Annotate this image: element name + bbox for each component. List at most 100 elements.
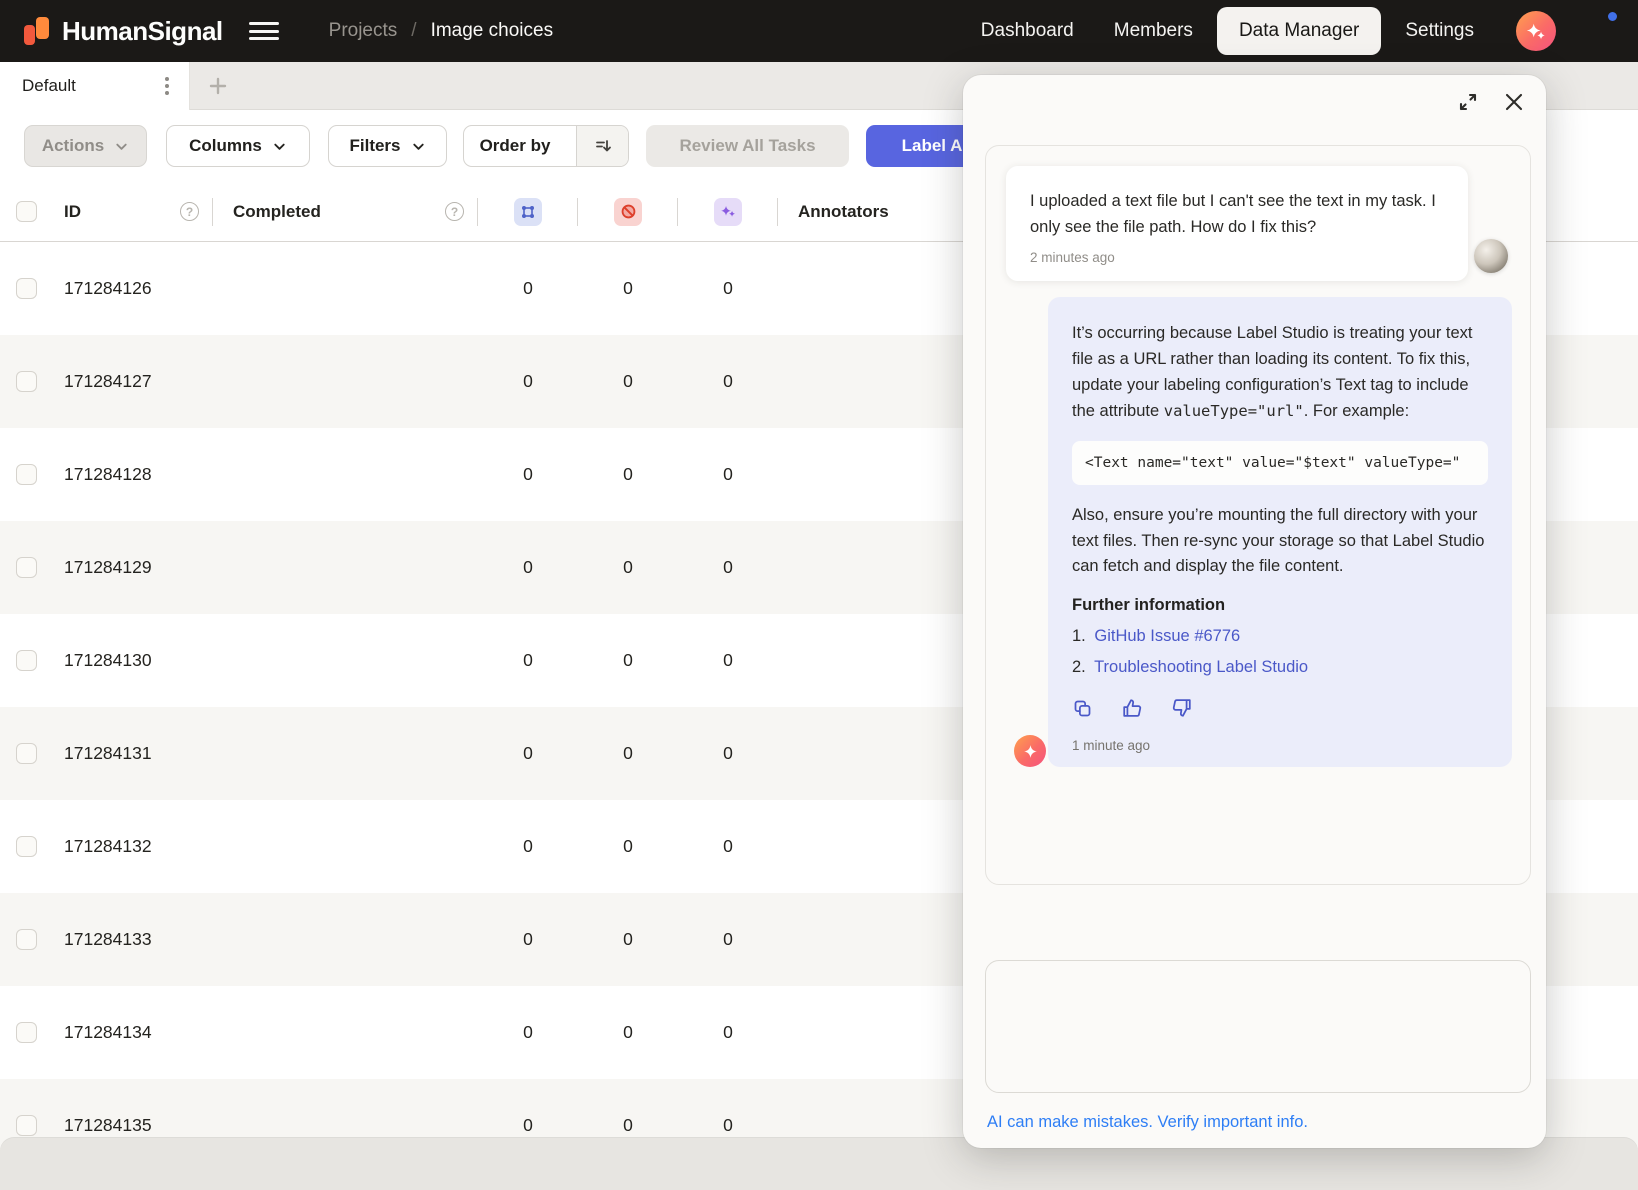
annotations-count: 0 bbox=[523, 1022, 533, 1043]
breadcrumb-separator: / bbox=[411, 20, 416, 42]
breadcrumb-current-project: Image choices bbox=[431, 20, 554, 42]
ai-message-row: It’s occurring because Label Studio is t… bbox=[1006, 297, 1510, 767]
copy-message-button[interactable] bbox=[1072, 697, 1093, 722]
humansignal-logo[interactable]: HumanSignal bbox=[24, 13, 223, 49]
ai-message-bubble: It’s occurring because Label Studio is t… bbox=[1048, 297, 1512, 767]
humansignal-logo-icon bbox=[24, 13, 52, 49]
chat-input[interactable] bbox=[985, 960, 1531, 1093]
ai-assistant-button[interactable] bbox=[1516, 11, 1556, 51]
task-id: 171284131 bbox=[64, 743, 152, 764]
actions-button[interactable]: Actions bbox=[24, 125, 147, 167]
cancelled-count: 0 bbox=[623, 1022, 633, 1043]
row-checkbox[interactable] bbox=[16, 464, 37, 485]
tab-label: Default bbox=[22, 76, 159, 96]
plus-icon bbox=[207, 75, 229, 97]
columns-button[interactable]: Columns bbox=[166, 125, 310, 167]
user-message-bubble: I uploaded a text file but I can't see t… bbox=[1006, 166, 1468, 281]
cancelled-count: 0 bbox=[623, 836, 633, 857]
sort-direction-toggle[interactable] bbox=[576, 126, 628, 166]
nav-item-data-manager[interactable]: Data Manager bbox=[1217, 7, 1381, 55]
copy-icon bbox=[1072, 698, 1093, 719]
cancelled-count: 0 bbox=[623, 557, 633, 578]
predictions-count: 0 bbox=[723, 557, 733, 578]
task-id: 171284134 bbox=[64, 1022, 152, 1043]
predictions-count: 0 bbox=[723, 1115, 733, 1136]
github-issue-link[interactable]: GitHub Issue #6776 bbox=[1094, 627, 1240, 645]
task-id: 171284129 bbox=[64, 557, 152, 578]
annotations-count: 0 bbox=[523, 743, 533, 764]
sparkle-icon bbox=[1022, 743, 1039, 760]
code-block: <Text name="text" value="$text" valueTyp… bbox=[1072, 441, 1488, 485]
row-checkbox[interactable] bbox=[16, 1115, 37, 1136]
close-panel-button[interactable] bbox=[1502, 90, 1526, 114]
ai-paragraph-2: Also, ensure you’re mounting the full di… bbox=[1072, 503, 1488, 581]
thumbs-up-icon bbox=[1121, 697, 1143, 719]
column-header-id[interactable]: ID ? bbox=[56, 202, 213, 222]
notification-dot bbox=[1606, 10, 1619, 23]
link-item: 2. Troubleshooting Label Studio bbox=[1072, 658, 1488, 677]
tab-default[interactable]: Default bbox=[0, 62, 190, 110]
close-icon bbox=[1502, 90, 1526, 114]
annotations-count: 0 bbox=[523, 929, 533, 950]
task-id: 171284133 bbox=[64, 929, 152, 950]
hamburger-menu-icon[interactable] bbox=[249, 19, 279, 43]
row-checkbox[interactable] bbox=[16, 836, 37, 857]
row-checkbox[interactable] bbox=[16, 929, 37, 950]
thumbs-down-button[interactable] bbox=[1171, 697, 1193, 722]
user-menu-avatar[interactable] bbox=[1578, 11, 1618, 51]
annotations-count: 0 bbox=[523, 278, 533, 299]
annotations-count: 0 bbox=[523, 650, 533, 671]
thumbs-up-button[interactable] bbox=[1121, 697, 1143, 722]
ai-avatar bbox=[1014, 735, 1046, 767]
troubleshooting-link[interactable]: Troubleshooting Label Studio bbox=[1094, 658, 1308, 676]
chat-messages-container: I uploaded a text file but I can't see t… bbox=[985, 145, 1531, 885]
order-by-button[interactable]: Order by bbox=[463, 125, 629, 167]
cancelled-count: 0 bbox=[623, 929, 633, 950]
expand-icon bbox=[1456, 90, 1480, 114]
predictions-count: 0 bbox=[723, 743, 733, 764]
user-avatar bbox=[1474, 239, 1508, 273]
chevron-down-icon bbox=[272, 139, 287, 154]
chevron-down-icon bbox=[114, 139, 129, 154]
task-id: 171284126 bbox=[64, 278, 152, 299]
cancelled-count: 0 bbox=[623, 743, 633, 764]
predictions-count: 0 bbox=[723, 1022, 733, 1043]
task-id: 171284130 bbox=[64, 650, 152, 671]
inline-code: valueType="url" bbox=[1164, 402, 1304, 420]
top-navbar: HumanSignal Projects / Image choices Das… bbox=[0, 0, 1638, 62]
breadcrumb: Projects / Image choices bbox=[329, 20, 553, 42]
column-header-completed[interactable]: Completed ? bbox=[213, 202, 478, 222]
completed-help-icon[interactable]: ? bbox=[445, 202, 464, 221]
nav-item-members[interactable]: Members bbox=[1098, 7, 1209, 55]
cancelled-count: 0 bbox=[623, 1115, 633, 1136]
predictions-count: 0 bbox=[723, 371, 733, 392]
annotations-icon bbox=[514, 198, 542, 226]
row-checkbox[interactable] bbox=[16, 743, 37, 764]
row-checkbox[interactable] bbox=[16, 371, 37, 392]
ai-paragraph-1: It’s occurring because Label Studio is t… bbox=[1072, 321, 1488, 425]
column-header-annotations[interactable] bbox=[478, 198, 578, 226]
id-help-icon[interactable]: ? bbox=[180, 202, 199, 221]
expand-panel-button[interactable] bbox=[1456, 90, 1480, 114]
ai-assistant-panel: I uploaded a text file but I can't see t… bbox=[963, 75, 1546, 1148]
row-checkbox[interactable] bbox=[16, 557, 37, 578]
nav-item-dashboard[interactable]: Dashboard bbox=[965, 7, 1090, 55]
nav-item-settings[interactable]: Settings bbox=[1389, 7, 1490, 55]
select-all-checkbox[interactable] bbox=[16, 201, 37, 222]
predictions-count: 0 bbox=[723, 278, 733, 299]
row-checkbox[interactable] bbox=[16, 278, 37, 299]
row-checkbox[interactable] bbox=[16, 1022, 37, 1043]
column-header-cancelled[interactable] bbox=[578, 198, 678, 226]
sparkles-icon bbox=[1525, 20, 1547, 42]
review-all-tasks-button[interactable]: Review All Tasks bbox=[646, 125, 849, 167]
column-header-predictions[interactable] bbox=[678, 198, 778, 226]
annotations-count: 0 bbox=[523, 464, 533, 485]
sort-descending-icon bbox=[594, 137, 612, 155]
breadcrumb-projects[interactable]: Projects bbox=[329, 20, 398, 42]
row-checkbox[interactable] bbox=[16, 650, 37, 671]
further-information-heading: Further information bbox=[1072, 596, 1488, 615]
tab-options-kebab-icon[interactable] bbox=[159, 71, 175, 101]
add-tab-button[interactable] bbox=[190, 62, 246, 109]
filters-button[interactable]: Filters bbox=[328, 125, 447, 167]
task-id: 171284132 bbox=[64, 836, 152, 857]
